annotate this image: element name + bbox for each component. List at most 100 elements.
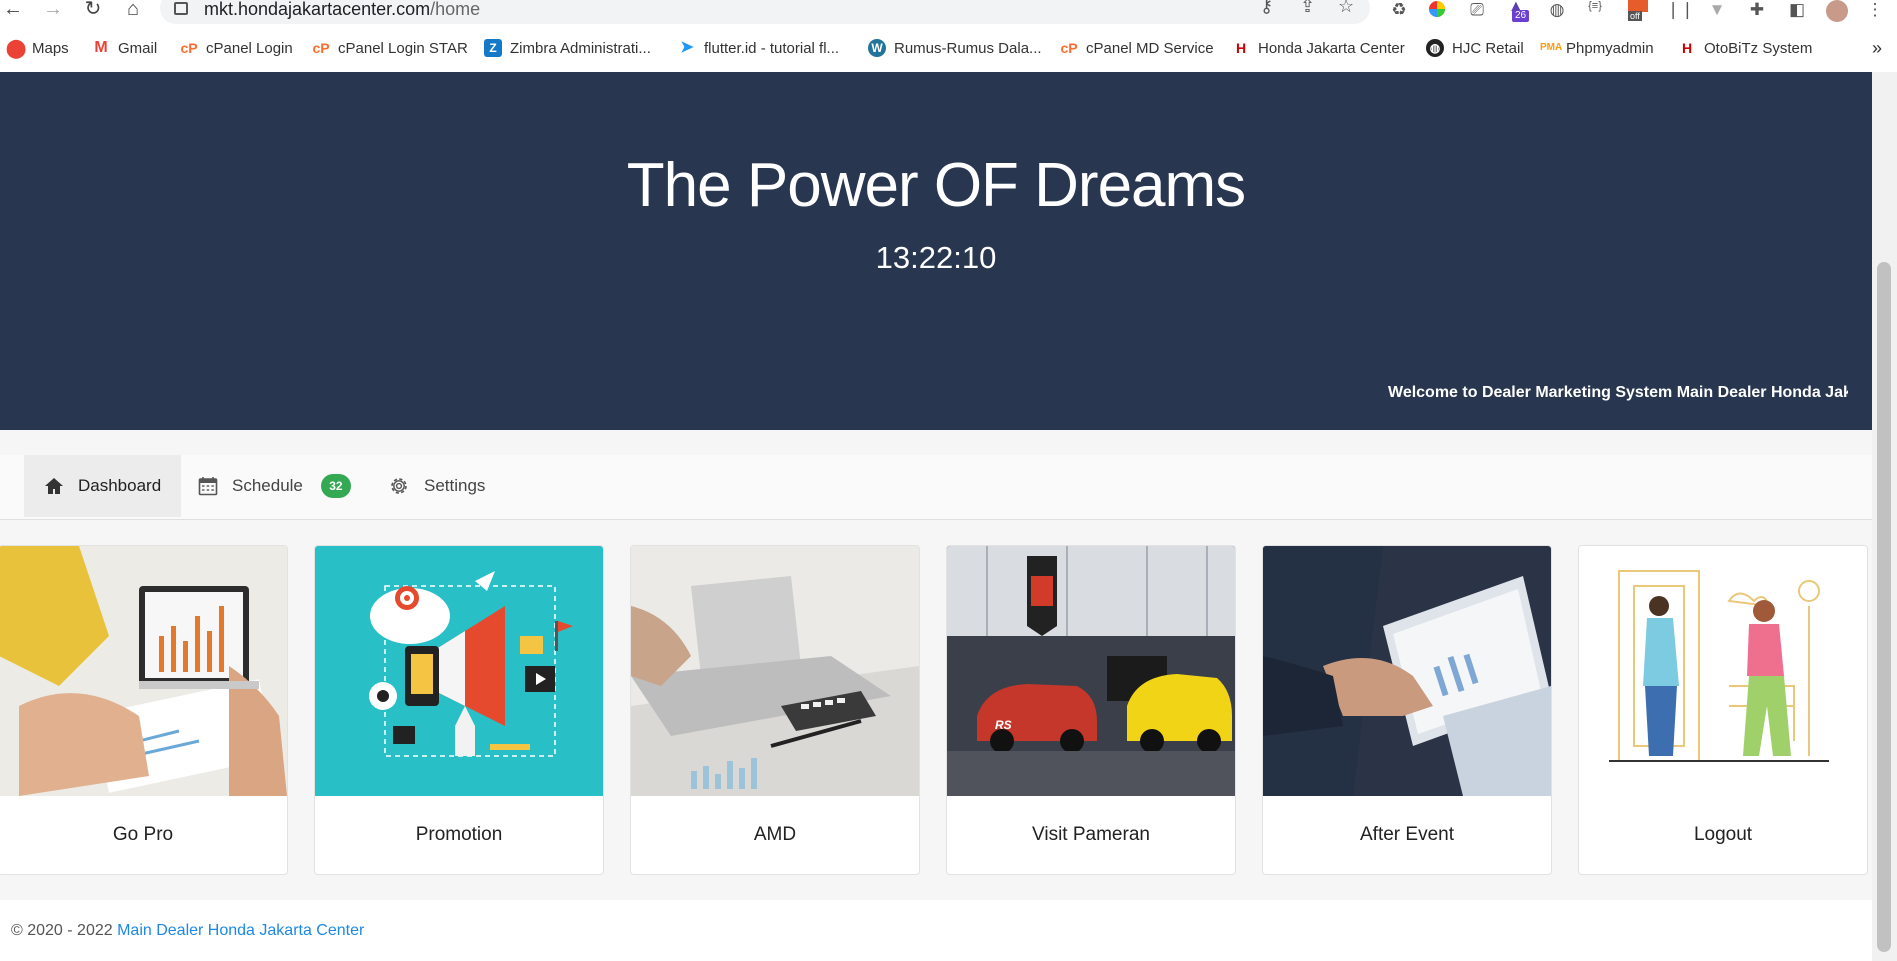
tab-schedule[interactable]: Schedule 32	[178, 455, 371, 517]
page-footer: © 2020 - 2022 Main Dealer Honda Jakarta …	[0, 900, 1872, 961]
card-after-event[interactable]: After Event	[1262, 545, 1552, 875]
bookmark-label: Maps	[32, 39, 69, 57]
bookmark-label: HJC Retail	[1452, 39, 1524, 57]
browser-menu-icon[interactable]: ⋮	[1864, 0, 1886, 22]
hero-title: The Power OF Dreams	[626, 151, 1246, 220]
tab-label: Schedule	[232, 476, 303, 495]
flutter-icon: ➤	[680, 39, 694, 56]
bookmark-honda-jakarta-center[interactable]: H Honda Jakarta Center	[1232, 36, 1405, 60]
promotion-image	[315, 546, 603, 796]
phpmyadmin-icon: PMA	[1540, 42, 1563, 53]
calendar-icon	[198, 477, 218, 496]
svg-text:RS: RS	[995, 718, 1012, 732]
card-label: Promotion	[415, 824, 503, 845]
bookmark-label: Rumus-Rumus Dala...	[894, 39, 1042, 57]
bookmark-hjc-retail[interactable]: ◍ HJC Retail	[1426, 36, 1524, 60]
bookmark-label: OtoBiTz System	[1704, 39, 1813, 57]
logout-image	[1579, 546, 1867, 796]
scrollbar-thumb[interactable]	[1877, 262, 1891, 952]
globe-icon: ◍	[1426, 39, 1444, 57]
profile-avatar[interactable]	[1826, 0, 1848, 22]
tab-label: Dashboard	[78, 476, 162, 495]
card-label: AMD	[753, 824, 797, 845]
honda-icon: H	[1235, 40, 1247, 56]
code-extension-icon[interactable]: ❘❘	[1666, 0, 1695, 22]
bookmark-phpmyadmin[interactable]: PMA Phpmyadmin	[1540, 36, 1654, 60]
bookmark-flutter[interactable]: ➤ flutter.id - tutorial fl...	[678, 36, 839, 60]
bookmark-cpanel-md-service[interactable]: cP cPanel MD Service	[1060, 36, 1214, 60]
card-label: Logout	[1693, 824, 1753, 845]
bookmark-zimbra[interactable]: Z Zimbra Administrati...	[484, 36, 651, 60]
cpanel-icon: cP	[312, 40, 330, 56]
bookmark-maps[interactable]: ⬤ Maps	[6, 36, 69, 60]
browser-chrome: ← → ↻ ⌂ mkt.hondajakartacenter.com/home …	[0, 0, 1897, 73]
bookmarks-bar: ⬤ Maps M Gmail cP cPanel Login cP cPanel…	[0, 36, 1897, 62]
side-panel-icon[interactable]: ◧	[1786, 0, 1808, 22]
zimbra-icon: Z	[484, 39, 502, 57]
home-icon	[45, 478, 63, 494]
bookmark-rumus[interactable]: W Rumus-Rumus Dala...	[868, 36, 1042, 60]
screen-extension-icon[interactable]: ⎚	[1466, 0, 1488, 22]
bookmark-otobitz[interactable]: H OtoBiTz System	[1678, 36, 1812, 60]
card-go-pro[interactable]: Go Pro	[0, 545, 288, 875]
hero-clock: 13:22:10	[875, 240, 997, 275]
amd-image	[631, 546, 919, 796]
hero-banner: The Power OF Dreams 13:22:10 Welcome to …	[0, 72, 1872, 430]
go-pro-image	[0, 546, 287, 796]
after-event-image	[1263, 546, 1551, 796]
bookmark-label: Gmail	[118, 39, 158, 57]
cpanel-icon: cP	[1060, 40, 1078, 56]
card-visit-pameran[interactable]: RS Visit Pameran	[946, 545, 1236, 875]
lock-icon	[174, 2, 188, 15]
card-label: Go Pro	[112, 824, 174, 845]
forward-icon[interactable]: →	[40, 0, 66, 22]
reload-icon[interactable]: ↻	[80, 0, 106, 22]
hat-extension-icon[interactable]: ▲ 26	[1506, 0, 1530, 22]
card-label: After Event	[1360, 824, 1454, 845]
page-scrollbar[interactable]	[1872, 72, 1897, 961]
share-icon[interactable]: ⇪	[1300, 0, 1315, 17]
recycle-extension-icon[interactable]: ♻	[1388, 0, 1410, 22]
card-amd[interactable]: AMD	[630, 545, 920, 875]
bookmark-star-icon[interactable]: ☆	[1338, 0, 1354, 17]
key-icon[interactable]: ⚷	[1260, 0, 1273, 17]
maps-pin-icon: ⬤	[6, 38, 27, 58]
address-bar[interactable]: mkt.hondajakartacenter.com/home ⚷ ⇪ ☆	[160, 0, 1370, 24]
color-wheel-extension-icon[interactable]	[1426, 0, 1448, 22]
extension-badge: 26	[1512, 10, 1530, 22]
bookmark-cpanel-login[interactable]: cP cPanel Login	[180, 36, 293, 60]
footer-prefix: © 2020 - 2022	[11, 922, 118, 939]
bookmark-label: cPanel Login	[206, 39, 293, 57]
json-extension-icon[interactable]: {≡}	[1584, 0, 1606, 22]
honda-icon: H	[1681, 40, 1693, 56]
bookmark-label: Honda Jakarta Center	[1258, 39, 1405, 57]
bookmark-label: flutter.id - tutorial fl...	[704, 39, 840, 57]
wordpress-icon: W	[868, 39, 886, 57]
footer-link[interactable]: Main Dealer Honda Jakarta Center	[117, 922, 364, 939]
back-icon[interactable]: ←	[0, 0, 26, 22]
welcome-marquee: Welcome to Dealer Marketing System Main …	[1388, 384, 1848, 401]
nav-tabs: Dashboard Schedule 32 Settings	[0, 455, 1872, 520]
visit-pameran-image: RS	[947, 546, 1235, 796]
bookmark-cpanel-login-star[interactable]: cP cPanel Login STAR	[312, 36, 468, 60]
puzzle-extensions-icon[interactable]: ✚	[1746, 0, 1768, 22]
off-extension-icon[interactable]: off	[1628, 0, 1650, 22]
more-bookmarks-icon[interactable]: »	[1872, 36, 1882, 60]
footer-copyright: © 2020 - 2022 Main Dealer Honda Jakarta …	[11, 922, 364, 940]
bookmark-gmail[interactable]: M Gmail	[92, 36, 157, 60]
tab-settings[interactable]: Settings	[368, 455, 505, 517]
address-url[interactable]: mkt.hondajakartacenter.com/home	[204, 0, 480, 20]
bookmark-label: Phpmyadmin	[1566, 39, 1654, 57]
gmail-icon: M	[94, 39, 108, 56]
gear-icon	[391, 478, 407, 494]
tab-dashboard[interactable]: Dashboard	[24, 455, 182, 517]
card-label: Visit Pameran	[1032, 824, 1150, 845]
schedule-count-badge: 32	[320, 474, 351, 498]
bookmark-label: cPanel MD Service	[1086, 39, 1214, 57]
globe-extension-icon[interactable]: ◍	[1546, 0, 1568, 22]
card-logout[interactable]: Logout	[1578, 545, 1868, 875]
home-button-icon[interactable]: ⌂	[120, 0, 146, 22]
vue-extension-icon[interactable]: ▼	[1706, 0, 1728, 22]
bookmark-label: cPanel Login STAR	[338, 39, 468, 57]
card-promotion[interactable]: Promotion	[314, 545, 604, 875]
